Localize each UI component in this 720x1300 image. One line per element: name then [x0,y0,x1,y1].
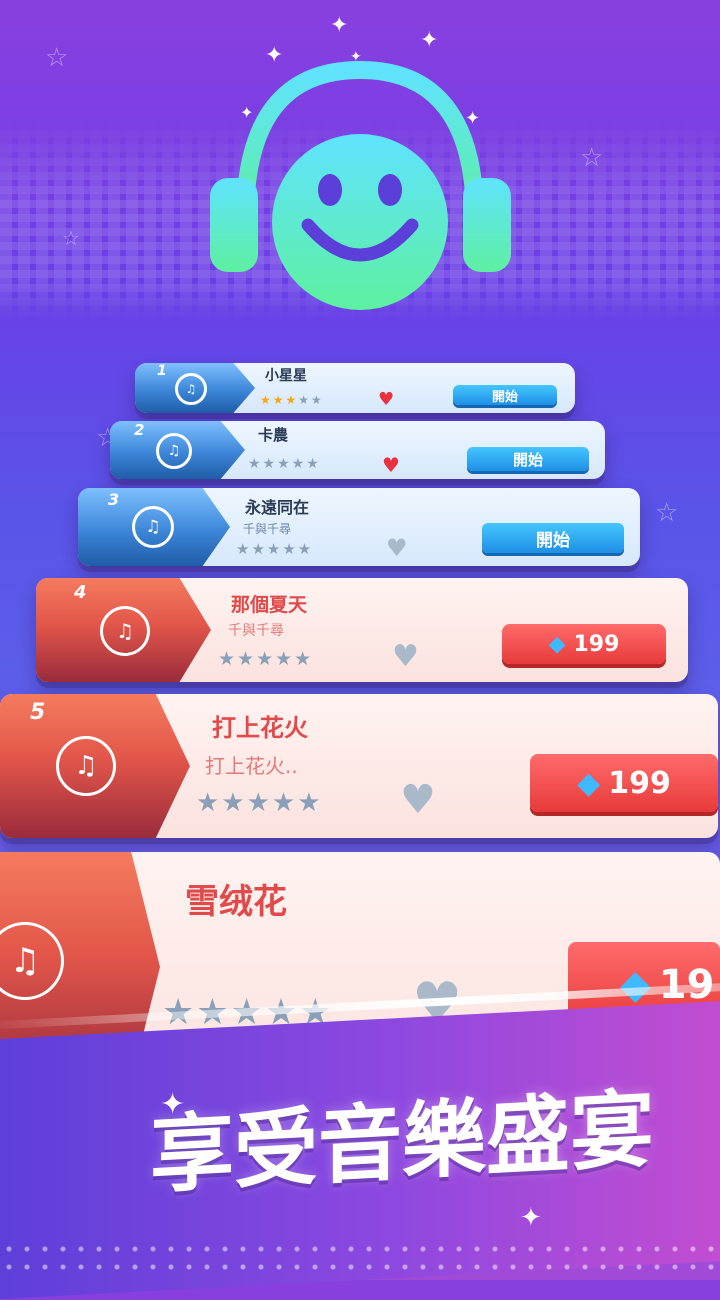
price-value: 199 [608,765,671,801]
price-value: 199 [573,631,620,657]
song-number: 3 [108,490,120,509]
song-artist: 打上花火.. [205,754,298,778]
diamond-icon: ◆ [577,765,601,801]
price-button[interactable]: ◆ 199 [502,624,666,664]
diamond-icon: ◆ [548,631,566,657]
rating-stars: ★★★★★ [260,393,324,407]
price-button[interactable]: ◆ 199 [530,754,718,812]
song-title: 小星星 [265,368,307,384]
song-number: 4 [74,582,87,603]
rating-stars: ★★★★★ [218,648,314,670]
song-number: 5 [30,700,46,725]
diamond-icon: ◆ [620,962,651,1008]
heart-icon[interactable]: ♥ [392,642,419,672]
rating-stars: ★★★★★ [196,788,323,818]
song-card[interactable]: 4 ♫ 那個夏天 千與千尋 ★★★★★ ♥ ◆ 199 [36,578,688,682]
start-button[interactable]: 開始 [467,447,589,471]
song-title: 卡農 [258,426,289,444]
heart-icon[interactable]: ♥ [400,780,436,820]
dot-pattern [0,1240,720,1280]
heart-icon[interactable]: ♥ [378,391,394,409]
song-title: 打上花火 [212,714,308,742]
song-card[interactable]: 2 ♫ 卡農 ★★★★★ ♥ 開始 [110,421,605,479]
song-number: 2 [134,421,145,439]
song-title: 永遠同在 [245,498,310,517]
music-headphones-icon: ♫ [56,736,116,796]
music-headphones-icon: ♫ [100,606,150,656]
song-card[interactable]: 3 ♫ 永遠同在 千與千尋 ★★★★★ ♥ 開始 [78,488,640,566]
song-artist: 千與千尋 [243,522,292,536]
song-title: 雪绒花 [185,882,287,922]
heart-icon[interactable]: ♥ [382,455,400,475]
song-number: 1 [157,363,167,379]
music-headphones-icon: ♫ [175,373,207,405]
music-headphones-icon: ♫ [156,433,192,469]
song-card[interactable]: 1 ♫ 小星星 ★★★★★ ♥ 開始 [135,363,575,413]
rating-stars: ★★★★★ [248,456,321,472]
rating-stars: ★★★★★ [236,540,314,558]
start-button[interactable]: 開始 [453,385,557,405]
start-button[interactable]: 開始 [482,523,624,553]
song-title: 那個夏天 [231,594,308,616]
music-headphones-icon: ♫ [132,506,174,548]
song-card[interactable]: 5 ♫ 打上花火 打上花火.. ★★★★★ ♥ ◆ 199 [0,694,718,838]
song-artist: 千與千尋 [228,623,284,639]
sparkle-icon: ✦ [520,1203,542,1233]
heart-icon[interactable]: ♥ [386,536,408,560]
